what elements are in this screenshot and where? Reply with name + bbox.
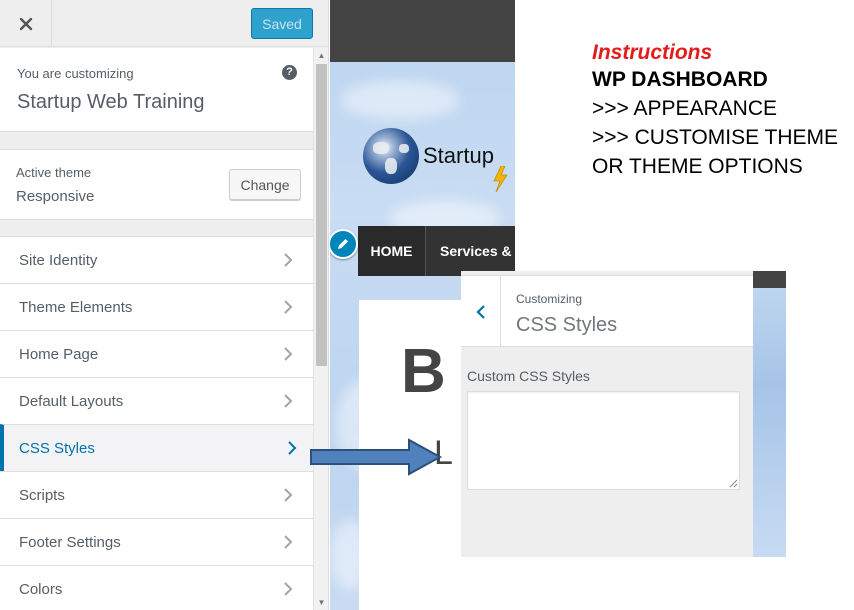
sidebar-item-default-layouts[interactable]: Default Layouts xyxy=(0,377,313,424)
sidebar-item-theme-elements[interactable]: Theme Elements xyxy=(0,283,313,330)
chevron-right-icon xyxy=(284,582,293,596)
instruction-line: WP DASHBOARD xyxy=(592,68,768,91)
sidebar-item-label: Default Layouts xyxy=(19,392,124,410)
sidebar-item-label: Site Identity xyxy=(19,251,98,269)
resize-grip-icon[interactable] xyxy=(728,478,738,488)
chevron-right-icon xyxy=(284,253,293,267)
active-theme-name: Responsive xyxy=(16,188,95,205)
preview-heading: B xyxy=(401,337,446,406)
chevron-right-icon xyxy=(284,347,293,361)
chevron-right-icon xyxy=(284,300,293,314)
pencil-icon xyxy=(338,239,348,249)
custom-css-label: Custom CSS Styles xyxy=(467,368,590,384)
globe-logo-icon[interactable] xyxy=(363,128,419,184)
chevron-right-icon xyxy=(284,488,293,502)
customizer-menu: Site Identity Theme Elements Home Page D… xyxy=(0,236,313,610)
active-theme-label: Active theme xyxy=(16,165,92,180)
sidebar-item-css-styles[interactable]: CSS Styles xyxy=(0,424,313,471)
custom-css-textarea[interactable] xyxy=(467,391,740,490)
css-panel-header: Customizing CSS Styles xyxy=(461,275,753,347)
preview-nav-bar: HOME Services & xyxy=(358,226,515,276)
preview-top-bar xyxy=(330,0,515,62)
help-icon[interactable]: ? xyxy=(282,65,297,80)
inset-preview-top-bar xyxy=(753,271,786,288)
pointer-arrow xyxy=(310,438,443,476)
sidebar-item-label: Theme Elements xyxy=(19,298,133,316)
instruction-line: OR THEME OPTIONS xyxy=(592,155,803,178)
lightning-icon xyxy=(493,166,508,192)
sidebar-item-label: Colors xyxy=(19,580,63,598)
sidebar-item-label: CSS Styles xyxy=(19,439,95,457)
site-title: Startup Web Training xyxy=(17,91,205,113)
sidebar-item-label: Home Page xyxy=(19,345,99,363)
inset-preview-strip xyxy=(753,271,786,557)
site-logo-text[interactable]: Startup xyxy=(423,143,494,169)
customizing-label: You are customizing xyxy=(17,66,134,81)
chevron-left-icon xyxy=(475,304,485,319)
close-button[interactable] xyxy=(0,0,52,47)
change-theme-button[interactable]: Change xyxy=(229,169,301,200)
sidebar-scrollbar[interactable]: ▲ ▼ xyxy=(313,48,328,610)
sidebar-item-label: Scripts xyxy=(19,486,65,504)
sidebar-item-home-page[interactable]: Home Page xyxy=(0,330,313,377)
close-icon xyxy=(19,17,32,30)
instruction-line: >>> APPEARANCE xyxy=(592,97,778,120)
customizer-panel: You are customizing Startup Web Training… xyxy=(0,48,313,610)
scroll-up-arrow-icon[interactable]: ▲ xyxy=(316,50,327,61)
instruction-line: >>> CUSTOMISE THEME xyxy=(592,126,839,149)
chevron-right-icon xyxy=(284,535,293,549)
sidebar-item-scripts[interactable]: Scripts xyxy=(0,471,313,518)
sky-cloud xyxy=(340,80,460,120)
nav-home-link[interactable]: HOME xyxy=(358,226,426,276)
scrollbar-thumb[interactable] xyxy=(316,64,327,366)
css-panel-customizing-label: Customizing xyxy=(516,292,583,306)
back-button[interactable] xyxy=(461,276,501,347)
css-styles-panel: Customizing CSS Styles Custom CSS Styles xyxy=(461,271,786,557)
saved-button[interactable]: Saved xyxy=(251,8,313,39)
sidebar-item-site-identity[interactable]: Site Identity xyxy=(0,236,313,283)
nav-services-link[interactable]: Services & xyxy=(440,226,512,276)
edit-shortcut-button[interactable] xyxy=(330,229,358,259)
chevron-right-icon xyxy=(284,394,293,408)
chevron-right-icon xyxy=(288,441,297,455)
customizing-info: You are customizing Startup Web Training… xyxy=(0,48,313,132)
instructions-heading: Instructions xyxy=(592,41,713,64)
scroll-down-arrow-icon[interactable]: ▼ xyxy=(316,597,327,608)
sidebar-item-footer-settings[interactable]: Footer Settings xyxy=(0,518,313,565)
sidebar-item-label: Footer Settings xyxy=(19,533,121,551)
customizer-sidebar: Saved You are customizing Startup Web Tr… xyxy=(0,0,329,610)
customizer-header: Saved xyxy=(0,0,328,47)
active-theme-section: Active theme Responsive Change xyxy=(0,149,313,220)
sidebar-item-colors[interactable]: Colors xyxy=(0,565,313,610)
css-panel-title: CSS Styles xyxy=(516,314,618,336)
instructions-note: Instructions WP DASHBOARD >>> APPEARANCE… xyxy=(592,40,847,181)
